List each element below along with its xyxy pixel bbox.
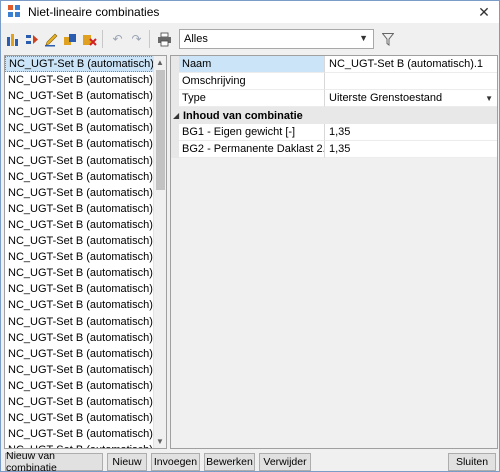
list-item[interactable]: NC_UGT-Set B (automatisch).23 bbox=[5, 410, 166, 426]
list-item[interactable]: NC_UGT-Set B (automatisch).19 bbox=[5, 346, 166, 362]
new-combination-icon[interactable] bbox=[5, 31, 22, 48]
undo-icon[interactable]: ↶ bbox=[109, 31, 126, 48]
close-icon[interactable]: ✕ bbox=[469, 1, 499, 23]
toolbar-separator bbox=[149, 30, 150, 48]
prop-row-naam[interactable]: Naam NC_UGT-Set B (automatisch).1 bbox=[171, 56, 497, 73]
scroll-thumb[interactable] bbox=[156, 70, 165, 190]
insert-button[interactable]: Invoegen bbox=[151, 453, 200, 471]
combination-list[interactable]: NC_UGT-Set B (automatisch).1 NC_UGT-Set B… bbox=[4, 55, 167, 449]
list-item[interactable]: NC_UGT-Set B (automatisch).20 bbox=[5, 362, 166, 378]
category-label: Inhoud van combinatie bbox=[183, 109, 303, 122]
list-item[interactable]: NC_UGT-Set B (automatisch).7 bbox=[5, 153, 162, 169]
toolbar-separator bbox=[102, 30, 103, 48]
list-item[interactable]: NC_UGT-Set B (automatisch).4 bbox=[5, 104, 162, 120]
prop-value-naam[interactable]: NC_UGT-Set B (automatisch).1 bbox=[325, 56, 497, 73]
list-item[interactable]: NC_UGT-Set B (automatisch).14 bbox=[5, 265, 166, 281]
list-item[interactable]: NC_UGT-Set B (automatisch).11 bbox=[5, 217, 166, 233]
window-title: Niet-lineaire combinaties bbox=[28, 5, 160, 19]
prop-label-naam: Naam bbox=[179, 56, 325, 73]
list-item[interactable]: NC_UGT-Set B (automatisch).8 bbox=[5, 169, 162, 185]
prop-label-omschrijving: Omschrijving bbox=[179, 73, 325, 90]
category-inhoud[interactable]: ◢ Inhoud van combinatie bbox=[171, 107, 497, 124]
prop-row-type[interactable]: Type Uiterste Grenstoestand ▼ bbox=[171, 90, 497, 107]
list-item[interactable]: NC_UGT-Set B (automatisch).12 bbox=[5, 233, 166, 249]
list-item[interactable]: NC_UGT-Set B (automatisch).13 bbox=[5, 249, 166, 265]
close-button[interactable]: Sluiten bbox=[448, 453, 496, 471]
collapse-icon[interactable]: ◢ bbox=[173, 111, 183, 120]
filter-dropdown[interactable]: Alles ▼ bbox=[179, 29, 374, 49]
edit-icon[interactable] bbox=[43, 31, 60, 48]
list-item[interactable]: NC_UGT-Set B (automatisch).2 bbox=[5, 72, 162, 88]
generate-icon[interactable] bbox=[24, 31, 41, 48]
prop-row-omschrijving[interactable]: Omschrijving bbox=[171, 73, 497, 90]
delete-button[interactable]: Verwijder bbox=[259, 453, 311, 471]
list-item[interactable]: NC_UGT-Set B (automatisch).16 bbox=[5, 297, 166, 313]
list-item[interactable]: NC_UGT-Set B (automatisch).24 bbox=[5, 426, 166, 442]
list-item[interactable]: NC_UGT-Set B (automatisch).9 bbox=[5, 185, 162, 201]
delete-icon[interactable] bbox=[81, 31, 98, 48]
list-item[interactable]: NC_UGT-Set B (automatisch).17 bbox=[5, 314, 166, 330]
prop-value-type[interactable]: Uiterste Grenstoestand ▼ bbox=[325, 90, 497, 107]
list-item[interactable]: NC_UGT-Set B (automatisch).3 bbox=[5, 88, 162, 104]
filter-value: Alles bbox=[184, 33, 208, 45]
title-bar: Niet-lineaire combinaties ✕ bbox=[1, 1, 499, 23]
redo-icon[interactable]: ↷ bbox=[128, 31, 145, 48]
list-item[interactable]: NC_UGT-Set B (automatisch).22 bbox=[5, 394, 166, 410]
type-value: Uiterste Grenstoestand bbox=[329, 92, 443, 104]
list-item[interactable]: NC_UGT-Set B (automatisch).25 bbox=[5, 442, 166, 448]
prop-row-bg1[interactable]: BG1 - Eigen gewicht [-] 1,35 bbox=[171, 124, 497, 141]
list-item[interactable]: NC_UGT-Set B (automatisch).21 bbox=[5, 378, 166, 394]
list-item[interactable]: NC_UGT-Set B (automatisch).6 bbox=[5, 136, 162, 152]
prop-value-bg2[interactable]: 1,35 bbox=[325, 141, 497, 158]
chevron-down-icon: ▼ bbox=[359, 33, 368, 43]
funnel-icon[interactable] bbox=[380, 31, 396, 47]
list-item[interactable]: NC_UGT-Set B (automatisch).15 bbox=[5, 281, 166, 297]
scroll-up-icon[interactable]: ▲ bbox=[154, 56, 166, 69]
app-icon bbox=[8, 5, 22, 19]
print-icon[interactable] bbox=[156, 31, 173, 48]
prop-value-omschrijving[interactable] bbox=[325, 73, 497, 90]
prop-value-bg1[interactable]: 1,35 bbox=[325, 124, 497, 141]
scroll-down-icon[interactable]: ▼ bbox=[154, 435, 166, 448]
property-grid: Naam NC_UGT-Set B (automatisch).1 Omschr… bbox=[170, 55, 498, 449]
prop-row-bg2[interactable]: BG2 - Permanente Daklast 2.5k... 1,35 bbox=[171, 141, 497, 158]
copy-icon[interactable] bbox=[62, 31, 79, 48]
new-from-combination-button[interactable]: Nieuw van combinatie bbox=[5, 450, 103, 472]
prop-label-bg1: BG1 - Eigen gewicht [-] bbox=[179, 124, 325, 141]
toolbar: ↶ ↷ Alles ▼ bbox=[1, 25, 499, 53]
list-item[interactable]: NC_UGT-Set B (automatisch).5 bbox=[5, 120, 162, 136]
chevron-down-icon[interactable]: ▼ bbox=[485, 90, 493, 106]
prop-label-type: Type bbox=[179, 90, 325, 107]
prop-label-bg2: BG2 - Permanente Daklast 2.5k... bbox=[179, 141, 325, 158]
list-item[interactable]: NC_UGT-Set B (automatisch).18 bbox=[5, 330, 166, 346]
edit-button[interactable]: Bewerken bbox=[204, 453, 255, 471]
new-button[interactable]: Nieuw bbox=[107, 453, 147, 471]
list-item[interactable]: NC_UGT-Set B (automatisch).1 bbox=[5, 56, 163, 73]
list-scrollbar[interactable]: ▲ ▼ bbox=[153, 56, 166, 448]
dialog-window: Niet-lineaire combinaties ✕ ↶ ↷ Alles ▼ bbox=[0, 0, 500, 472]
list-item[interactable]: NC_UGT-Set B (automatisch).10 bbox=[5, 201, 166, 217]
